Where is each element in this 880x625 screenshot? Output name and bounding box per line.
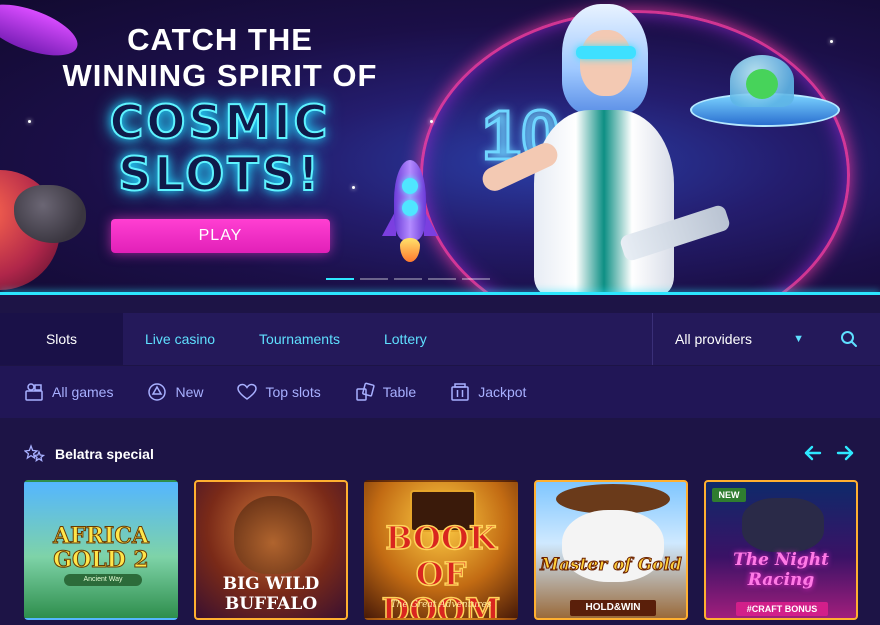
game-card[interactable]: NEW The Night Racing #CRAFT BONUS xyxy=(704,480,858,620)
hero-title-line1: CATCH THE xyxy=(127,22,313,57)
hero-neon-line2: SLOTS! xyxy=(117,146,322,202)
game-title: The Night Racing xyxy=(733,550,829,590)
game-card[interactable]: BIG WILD BUFFALO xyxy=(194,480,348,620)
game-subtitle: Ancient Way xyxy=(64,574,142,586)
cards-icon xyxy=(355,382,375,401)
section-title: Belatra special xyxy=(55,446,154,462)
games-carousel: AFRICA GOLD 2 Ancient Way BIG WILD BUFFA… xyxy=(24,480,858,620)
game-badge: #CRAFT BONUS xyxy=(736,602,828,616)
game-tagline: The Great Adventures xyxy=(390,600,492,610)
provider-select[interactable]: All providers ▼ xyxy=(652,313,818,365)
hero-banner[interactable]: CATCH THE WINNING SPIRIT OF COSMIC SLOTS… xyxy=(0,0,880,295)
game-badge: HOLD&WIN xyxy=(570,600,656,616)
racers-illustration xyxy=(742,498,824,552)
carousel-arrows xyxy=(804,444,854,462)
search-icon xyxy=(841,331,857,347)
filter-new[interactable]: New xyxy=(147,382,203,402)
slider-dot[interactable] xyxy=(394,278,422,280)
chevron-down-icon: ▼ xyxy=(793,333,804,345)
arrow-left-icon[interactable] xyxy=(804,444,822,462)
tab-live-casino[interactable]: Live casino xyxy=(123,313,237,365)
star xyxy=(830,40,833,43)
heart-icon xyxy=(237,383,258,400)
filter-label: All games xyxy=(52,384,114,400)
rocket-illustration xyxy=(382,160,438,262)
filter-label: Table xyxy=(382,384,417,400)
search-button[interactable] xyxy=(818,313,880,365)
slider-dot[interactable] xyxy=(360,278,388,280)
filter-label: Top slots xyxy=(265,384,321,400)
filter-all-games[interactable]: All games xyxy=(24,382,113,402)
filter-label: Jackpot xyxy=(478,384,527,400)
provider-select-value: All providers xyxy=(675,331,753,347)
jackpot-icon xyxy=(451,383,469,401)
section-header: Belatra special xyxy=(24,444,154,464)
tab-slots[interactable]: Slots xyxy=(0,313,123,365)
game-title: AFRICA GOLD 2 xyxy=(53,523,150,573)
game-card[interactable]: AFRICA GOLD 2 Ancient Way xyxy=(24,480,178,620)
game-card[interactable]: BOOK OF DOOM The Great Adventures xyxy=(364,480,518,620)
tab-lottery[interactable]: Lottery xyxy=(362,313,449,365)
filter-table[interactable]: Table xyxy=(355,382,416,402)
game-card[interactable]: Master of Gold HOLD&WIN xyxy=(534,480,688,620)
hero-neon-line1: COSMIC xyxy=(109,94,331,150)
slider-dot[interactable] xyxy=(462,278,490,280)
all-games-icon xyxy=(25,383,43,401)
buffalo-illustration xyxy=(234,496,312,574)
slider-dot[interactable] xyxy=(326,278,354,280)
stars-icon xyxy=(24,444,46,463)
hero-title-line2: WINNING SPIRIT OF xyxy=(62,58,378,93)
game-title: Master of Gold xyxy=(540,555,683,575)
filter-label: New xyxy=(175,384,204,400)
category-tabs: Slots Live casino Tournaments Lottery Al… xyxy=(0,313,880,365)
alien-ufo-illustration xyxy=(690,55,840,127)
filter-jackpot[interactable]: Jackpot xyxy=(450,382,526,402)
astronaut-girl-illustration xyxy=(470,0,732,295)
play-button[interactable]: PLAY xyxy=(111,219,330,253)
slider-dots xyxy=(326,278,490,280)
new-icon xyxy=(148,383,167,401)
hero-divider xyxy=(0,292,880,295)
slider-dot[interactable] xyxy=(428,278,456,280)
arrow-right-icon[interactable] xyxy=(836,444,854,462)
game-title: BIG WILD BUFFALO xyxy=(222,574,320,614)
filter-top-slots[interactable]: Top slots xyxy=(237,382,321,402)
tab-tournaments[interactable]: Tournaments xyxy=(237,313,362,365)
game-filters: All games New Top slots Table Jackpot xyxy=(0,366,880,418)
new-badge: NEW xyxy=(712,488,746,502)
